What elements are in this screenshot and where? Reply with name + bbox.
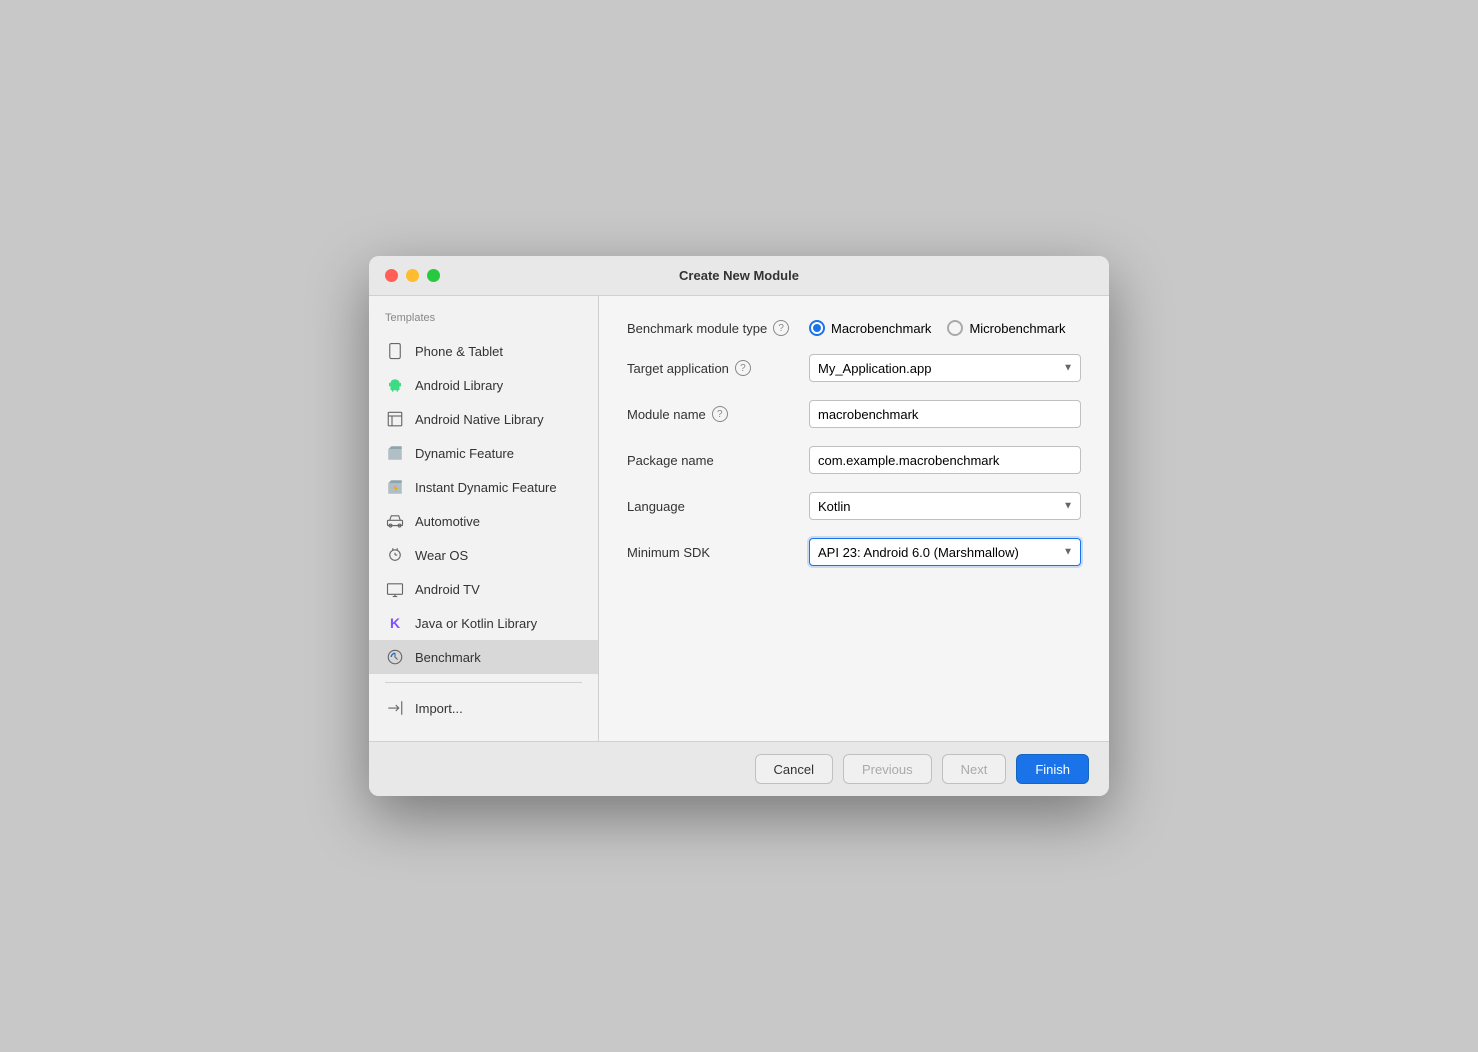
package-name-label: Package name	[627, 453, 797, 468]
instant-icon	[385, 477, 405, 497]
sidebar-item-label: Wear OS	[415, 548, 468, 563]
language-select-wrapper: Kotlin Java ▼	[809, 492, 1081, 520]
native-icon	[385, 409, 405, 429]
sidebar-item-kotlin-library[interactable]: K Java or Kotlin Library	[369, 606, 598, 640]
sidebar-item-label: Automotive	[415, 514, 480, 529]
language-row: Language Kotlin Java ▼	[627, 492, 1081, 520]
sidebar-item-android-library[interactable]: Android Library	[369, 368, 598, 402]
sidebar-item-dynamic-feature[interactable]: Dynamic Feature	[369, 436, 598, 470]
previous-button[interactable]: Previous	[843, 754, 932, 784]
sidebar-item-wear-os[interactable]: Wear OS	[369, 538, 598, 572]
benchmark-module-type-options: Macrobenchmark Microbenchmark	[809, 320, 1066, 336]
import-icon	[385, 698, 405, 718]
minimum-sdk-select-wrapper: API 23: Android 6.0 (Marshmallow) API 21…	[809, 538, 1081, 566]
sidebar-divider	[385, 682, 582, 683]
sidebar-item-label: Benchmark	[415, 650, 481, 665]
language-label: Language	[627, 499, 797, 514]
module-name-input[interactable]	[809, 400, 1081, 428]
benchmark-help-icon[interactable]: ?	[773, 320, 789, 336]
sidebar: Templates Phone & Tablet	[369, 296, 599, 741]
main-content: Benchmark module type ? Macrobenchmark M…	[599, 296, 1109, 741]
benchmark-module-type-row: Benchmark module type ? Macrobenchmark M…	[627, 320, 1081, 336]
create-new-module-dialog: Create New Module Templates Phone & Tabl…	[369, 256, 1109, 796]
sidebar-item-label: Android Library	[415, 378, 503, 393]
sidebar-item-label: Android Native Library	[415, 412, 544, 427]
sidebar-item-android-native[interactable]: Android Native Library	[369, 402, 598, 436]
microbenchmark-option[interactable]: Microbenchmark	[947, 320, 1065, 336]
sidebar-item-import[interactable]: Import...	[369, 691, 598, 725]
dialog-body: Templates Phone & Tablet	[369, 296, 1109, 741]
sidebar-item-phone-tablet[interactable]: Phone & Tablet	[369, 334, 598, 368]
target-app-help-icon[interactable]: ?	[735, 360, 751, 376]
package-name-row: Package name	[627, 446, 1081, 474]
target-application-select-wrapper: My_Application.app ▼	[809, 354, 1081, 382]
minimize-button[interactable]	[406, 269, 419, 282]
next-button[interactable]: Next	[942, 754, 1007, 784]
dialog-title: Create New Module	[679, 268, 799, 283]
sidebar-item-automotive[interactable]: Automotive	[369, 504, 598, 538]
automotive-icon	[385, 511, 405, 531]
microbenchmark-radio[interactable]	[947, 320, 963, 336]
tv-icon	[385, 579, 405, 599]
minimum-sdk-label: Minimum SDK	[627, 545, 797, 560]
sidebar-item-label: Phone & Tablet	[415, 344, 503, 359]
phone-icon	[385, 341, 405, 361]
window-controls	[385, 269, 440, 282]
import-label: Import...	[415, 701, 463, 716]
bottom-bar: Cancel Previous Next Finish	[369, 741, 1109, 796]
benchmark-icon	[385, 647, 405, 667]
minimum-sdk-row: Minimum SDK API 23: Android 6.0 (Marshma…	[627, 538, 1081, 566]
titlebar: Create New Module	[369, 256, 1109, 296]
close-button[interactable]	[385, 269, 398, 282]
sidebar-item-label: Android TV	[415, 582, 480, 597]
wear-icon	[385, 545, 405, 565]
android-icon	[385, 375, 405, 395]
sidebar-item-label: Instant Dynamic Feature	[415, 480, 557, 495]
module-name-row: Module name ?	[627, 400, 1081, 428]
package-name-input[interactable]	[809, 446, 1081, 474]
sidebar-item-instant-dynamic[interactable]: Instant Dynamic Feature	[369, 470, 598, 504]
macrobenchmark-option[interactable]: Macrobenchmark	[809, 320, 931, 336]
sidebar-item-android-tv[interactable]: Android TV	[369, 572, 598, 606]
module-name-label: Module name ?	[627, 406, 797, 422]
sidebar-item-label: Java or Kotlin Library	[415, 616, 537, 631]
target-application-label: Target application ?	[627, 360, 797, 376]
kotlin-icon: K	[385, 613, 405, 633]
target-application-select[interactable]: My_Application.app	[809, 354, 1081, 382]
sidebar-item-benchmark[interactable]: Benchmark	[369, 640, 598, 674]
finish-button[interactable]: Finish	[1016, 754, 1089, 784]
benchmark-module-type-label: Benchmark module type ?	[627, 320, 797, 336]
language-select[interactable]: Kotlin Java	[809, 492, 1081, 520]
dynamic-icon	[385, 443, 405, 463]
sidebar-item-label: Dynamic Feature	[415, 446, 514, 461]
cancel-button[interactable]: Cancel	[755, 754, 833, 784]
minimum-sdk-select[interactable]: API 23: Android 6.0 (Marshmallow) API 21…	[809, 538, 1081, 566]
macrobenchmark-radio[interactable]	[809, 320, 825, 336]
maximize-button[interactable]	[427, 269, 440, 282]
target-application-row: Target application ? My_Application.app …	[627, 354, 1081, 382]
sidebar-header: Templates	[369, 312, 598, 334]
module-name-help-icon[interactable]: ?	[712, 406, 728, 422]
